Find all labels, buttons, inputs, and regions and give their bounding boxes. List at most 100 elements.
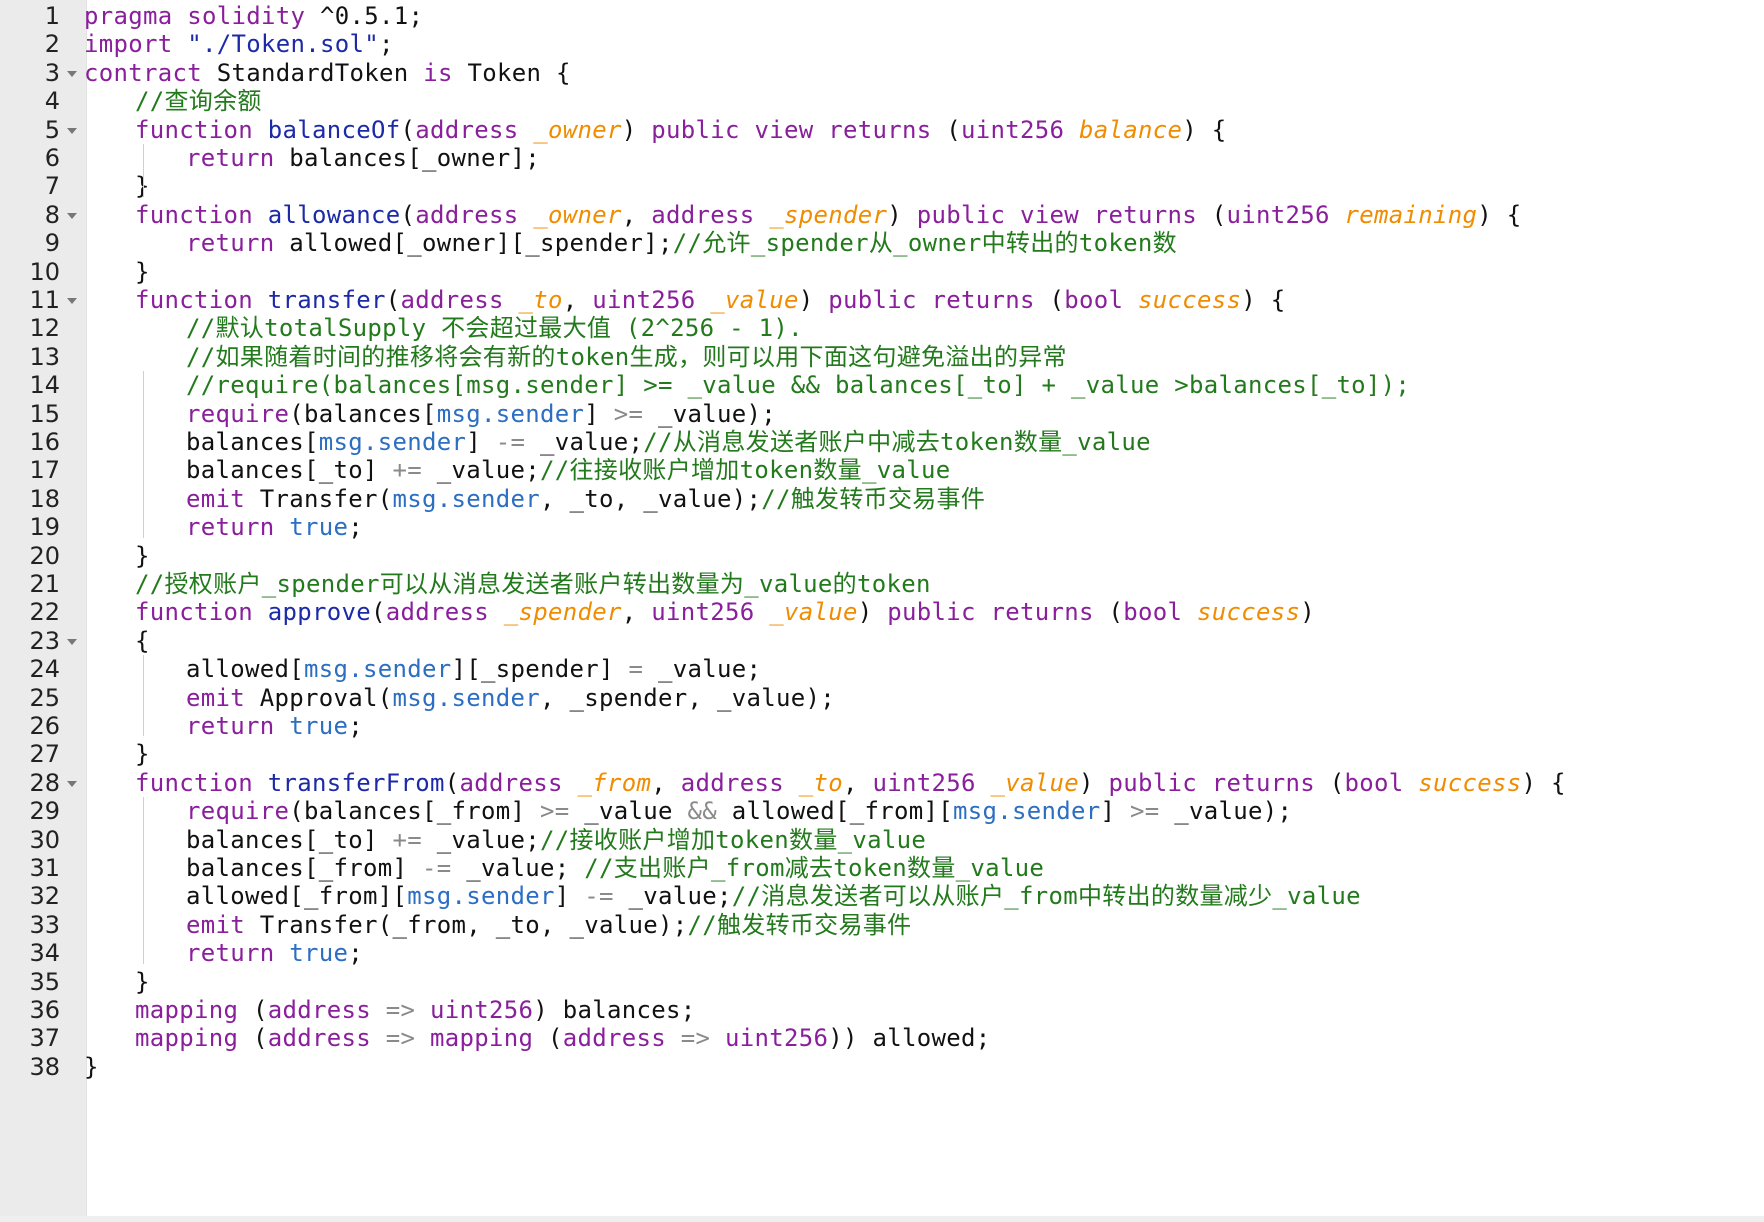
triangle-down-icon[interactable] [64, 199, 80, 231]
code-line[interactable]: 3 contract StandardToken is Token { [0, 57, 1764, 89]
code-line[interactable]: 16 balances[msg.sender] -= _value;//从消息发送… [0, 426, 1764, 458]
code-text: { [135, 625, 150, 657]
code-line[interactable]: 7} [0, 170, 1764, 202]
code-token: //查询余额 [135, 87, 262, 116]
code-line[interactable]: 2 import "./Token.sol"; [0, 28, 1764, 60]
code-token: _to [798, 768, 843, 797]
code-line[interactable]: 15 require(balances[msg.sender] >= _value… [0, 398, 1764, 430]
code-token: _value); [1159, 797, 1293, 826]
code-token: //如果随着时间的推移将会有新的token生成，则可以用下面这句避免溢出的异常 [186, 342, 1067, 371]
code-token: emit [186, 683, 245, 712]
code-line[interactable]: 37 mapping (address => mapping (address =… [0, 1022, 1764, 1054]
code-line[interactable]: 4 //查询余额 [0, 85, 1764, 117]
code-line[interactable]: 9 return allowed[_owner][_spender];//允许_s… [0, 227, 1764, 259]
code-line[interactable]: 10} [0, 256, 1764, 288]
code-token: success [1138, 286, 1242, 314]
code-token: Token { [452, 58, 571, 87]
code-token: returns [931, 286, 1035, 314]
code-token: ( [1093, 598, 1124, 627]
code-token: success [1418, 768, 1522, 797]
code-line[interactable]: 11 function transfer(address _to, uint256… [0, 284, 1764, 316]
code-token: msg.sender [318, 428, 467, 456]
triangle-down-icon[interactable] [64, 625, 80, 657]
code-line[interactable]: 25 emit Approval(msg.sender, _spender, _v… [0, 682, 1764, 714]
code-text: mapping (address => uint256) balances; [135, 994, 696, 1026]
code-token: balances[_to] [186, 825, 393, 854]
code-line[interactable]: 28 function transferFrom(address _from, a… [0, 767, 1764, 799]
line-number: 13 [29, 342, 60, 371]
code-token: _value); [643, 399, 776, 428]
code-line[interactable]: 26 return true; [0, 710, 1764, 742]
code-token: ; [348, 712, 363, 740]
code-text: require(balances[_from] >= _value && all… [186, 795, 1292, 827]
code-token: ( [238, 1024, 268, 1053]
code-text: function transferFrom(address _from, add… [135, 767, 1566, 799]
code-line[interactable]: 31 balances[_from] -= _value; //支出账户_from… [0, 852, 1764, 884]
triangle-down-icon[interactable] [64, 57, 80, 89]
code-token: is [423, 58, 453, 87]
code-line[interactable]: 6 return balances[_owner]; [0, 142, 1764, 174]
line-number: 37 [29, 1024, 60, 1053]
code-text: balances[msg.sender] -= _value;//从消息发送者账… [186, 426, 1151, 458]
code-token: balanceOf [267, 115, 401, 144]
code-line[interactable]: 24 allowed[msg.sender][_spender] = _value… [0, 653, 1764, 685]
line-number: 31 [29, 854, 60, 882]
code-line[interactable]: 32 allowed[_from][msg.sender] -= _value;/… [0, 880, 1764, 912]
code-line[interactable]: 23 { [0, 625, 1764, 657]
code-token: balances[ [186, 428, 319, 456]
code-token: _value [710, 286, 799, 314]
code-line[interactable]: 36 mapping (address => uint256) balances; [0, 994, 1764, 1026]
code-token: transfer [267, 286, 386, 314]
code-line[interactable]: 14 //require(balances[msg.sender] >= _val… [0, 369, 1764, 401]
code-line[interactable]: 35} [0, 966, 1764, 998]
code-line[interactable]: 33 emit Transfer(_from, _to, _value);//触发… [0, 909, 1764, 941]
triangle-down-icon[interactable] [64, 114, 80, 146]
triangle-down-icon[interactable] [64, 284, 80, 316]
code-line[interactable]: 17 balances[_to] += _value;//往接收账户增加token… [0, 454, 1764, 486]
code-token: += [392, 825, 422, 854]
code-token: StandardToken [202, 58, 424, 87]
code-token: //消息发送者可以从账户_from中转出的数量减少_value [731, 882, 1361, 911]
code-token: ] [1100, 797, 1130, 826]
code-line[interactable]: 8 function allowance(address _owner, addr… [0, 199, 1764, 231]
code-token: ) [857, 598, 888, 627]
code-line[interactable]: 5 function balanceOf(address _owner) publ… [0, 114, 1764, 146]
code-line[interactable]: 1 pragma solidity ^0.5.1; [0, 0, 1764, 32]
code-line[interactable]: 18 emit Transfer(msg.sender, _to, _value)… [0, 483, 1764, 515]
indent-guide [143, 655, 144, 737]
code-token: _value; [643, 655, 762, 684]
code-line[interactable]: 29 require(balances[_from] >= _value && a… [0, 795, 1764, 827]
code-line[interactable]: 27} [0, 738, 1764, 770]
code-token: ) [798, 286, 829, 314]
code-text: return allowed[_owner][_spender];//允许_sp… [186, 227, 1177, 259]
code-line[interactable]: 34 return true; [0, 937, 1764, 969]
code-line[interactable]: 13 //如果随着时间的推移将会有新的token生成，则可以用下面这句避免溢出的异… [0, 341, 1764, 373]
code-line[interactable]: 38} [0, 1051, 1764, 1083]
code-line[interactable]: 21 //授权账户_spender可以从消息发送者账户转出数量为_value的to… [0, 568, 1764, 600]
code-token: allowance [267, 200, 401, 229]
code-line[interactable]: 30 balances[_to] += _value;//接收账户增加token数… [0, 824, 1764, 856]
code-token: ( [385, 286, 401, 314]
code-text: function transfer(address _to, uint256 _… [135, 284, 1286, 316]
code-token: return [186, 712, 275, 740]
code-line[interactable]: 20} [0, 540, 1764, 572]
code-line[interactable]: 12 //默认totalSupply 不会超过最大值 (2^256 - 1). [0, 312, 1764, 344]
line-number: 22 [29, 598, 60, 627]
code-token: Transfer( [245, 484, 393, 513]
code-line[interactable]: 19 return true; [0, 511, 1764, 543]
code-line[interactable]: 22 function approve(address _spender, uin… [0, 596, 1764, 628]
code-token: view [1020, 200, 1079, 229]
code-token: address [400, 286, 504, 314]
code-editor[interactable]: 1 pragma solidity ^0.5.1; 2 import "./Token… [0, 0, 1764, 1222]
triangle-down-icon[interactable] [64, 767, 80, 799]
code-token: pragma [84, 2, 173, 30]
code-text: //如果随着时间的推移将会有新的token生成，则可以用下面这句避免溢出的异常 [186, 341, 1067, 373]
